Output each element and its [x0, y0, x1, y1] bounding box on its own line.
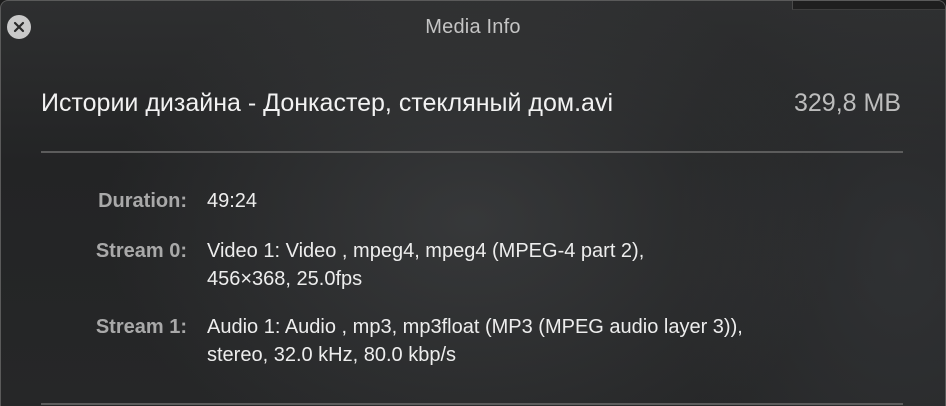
- background-window-edge: [792, 1, 945, 10]
- file-name: Истории дизайна - Донкастер, стекляный д…: [41, 89, 613, 117]
- header-divider: [41, 151, 903, 153]
- media-info-window: Media Info Истории дизайна - Донкастер, …: [0, 0, 946, 406]
- stream-1-value: Audio 1: Audio , mp3, mp3float (MP3 (MPE…: [207, 313, 743, 369]
- stream-1-line-2: stereo, 32.0 kHz, 80.0 kbp/s: [207, 344, 457, 366]
- stream-1-label: Stream 1:: [95, 316, 187, 338]
- file-size: 329,8 MB: [793, 89, 901, 117]
- footer-divider: [41, 403, 903, 405]
- duration-value: 49:24: [207, 190, 258, 212]
- stream-1-line-1: Audio 1: Audio , mp3, mp3float (MP3 (MPE…: [207, 316, 743, 338]
- stream-0-value: Video 1: Video , mpeg4, mpeg4 (MPEG-4 pa…: [207, 237, 644, 293]
- stream-0-line-1: Video 1: Video , mpeg4, mpeg4 (MPEG-4 pa…: [207, 240, 645, 262]
- file-header: Истории дизайна - Донкастер, стекляный д…: [41, 87, 901, 119]
- stream-0-line-2: 456×368, 25.0fps: [207, 268, 363, 290]
- window-title: Media Info: [425, 16, 521, 38]
- duration-label: Duration:: [98, 190, 187, 212]
- stream-0-label: Stream 0:: [95, 240, 187, 262]
